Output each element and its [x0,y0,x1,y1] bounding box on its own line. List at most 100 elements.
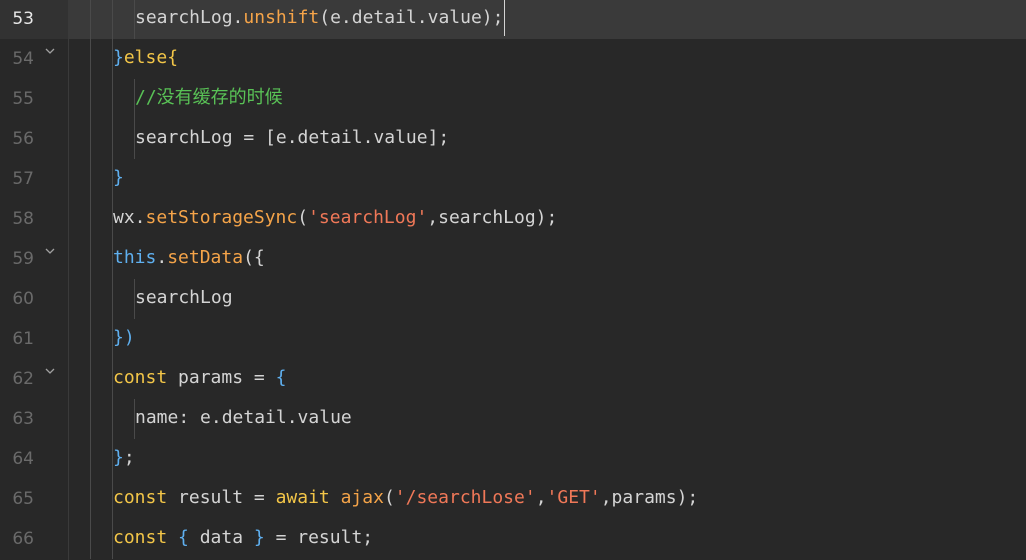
code-line[interactable]: 55 //没有缓存的时候 [0,79,1026,119]
code-token: name: e.detail.value [135,407,352,428]
code-line[interactable]: 60 searchLog [0,279,1026,319]
line-number: 56 [12,129,34,149]
code-text[interactable]: } [113,159,124,199]
text-cursor [504,0,505,36]
code-line[interactable]: 64}; [0,439,1026,479]
code-token: setStorageSync [145,207,298,228]
code-text[interactable]: searchLog.unshift(e.detail.value); [135,0,503,39]
line-number: 66 [12,529,34,549]
line-number: 65 [12,489,34,509]
code-token: (e.detail.value); [319,7,504,28]
code-token: result = [167,487,276,508]
line-number: 61 [12,329,34,349]
code-token: unshift [243,7,320,28]
code-token: ,params); [600,487,699,508]
code-token: . [156,247,168,268]
code-line[interactable]: 61}) [0,319,1026,359]
code-token: this [113,247,157,268]
code-line[interactable]: 66 const { data } = result; [0,519,1026,559]
code-token: }) [113,327,135,348]
code-token: { [167,47,179,68]
code-token: ; [123,447,135,468]
indent-guide [112,0,113,39]
code-text[interactable]: //没有缓存的时候 [135,79,283,119]
code-token: const [113,367,168,388]
code-token: ( [297,207,309,228]
code-line[interactable]: 62 const params = { [0,359,1026,399]
code-token: await [275,487,330,508]
indent-guide [90,519,91,559]
indent-guide [90,119,91,159]
code-text[interactable]: }) [113,319,135,359]
code-token: = result; [264,527,374,548]
line-number: 60 [12,289,34,309]
line-number: 54 [12,49,34,69]
fold-chevron-down-icon[interactable] [44,245,56,257]
fold-chevron-down-icon[interactable] [44,45,56,57]
line-number: 59 [12,249,34,269]
code-line[interactable]: 59 this.setData({ [0,239,1026,279]
code-token: wx. [113,207,146,228]
indent-guide [112,399,113,439]
line-number: 62 [12,369,34,389]
code-editor[interactable]: 53 searchLog.unshift(e.detail.value); 54}e… [0,0,1026,560]
code-token: const [113,487,168,508]
code-text[interactable]: }; [113,439,135,479]
indent-guide [112,79,113,119]
code-text[interactable]: const result = await ajax('/searchLose',… [113,479,698,519]
indent-guide [90,359,91,399]
indent-guide [90,79,91,119]
indent-guide [90,199,91,239]
code-token: { [275,367,287,388]
line-number: 53 [12,9,34,29]
code-token: { [178,527,189,548]
indent-guide [90,399,91,439]
code-text[interactable]: const params = { [113,359,286,399]
code-token: searchLog = [e.detail.value]; [135,127,450,148]
code-token: ( [383,487,395,508]
code-text[interactable]: searchLog = [e.detail.value]; [135,119,449,159]
code-line[interactable]: 58 wx.setStorageSync('searchLog',searchLo… [0,199,1026,239]
code-line[interactable]: 54}else{ [0,39,1026,79]
code-token: 'GET' [546,487,601,508]
code-token: } [113,167,124,188]
line-number: 63 [12,409,34,429]
indent-guide [90,159,91,199]
indent-guide [90,319,91,359]
code-text[interactable]: wx.setStorageSync('searchLog',searchLog)… [113,199,557,239]
code-text[interactable]: name: e.detail.value [135,399,352,439]
code-token: ,searchLog); [427,207,558,228]
fold-chevron-down-icon[interactable] [44,365,56,377]
code-token: } [113,47,124,68]
code-line[interactable]: 65 const result = await ajax('/searchLose… [0,479,1026,519]
code-token: else [123,47,168,68]
code-text[interactable]: const { data } = result; [113,519,373,559]
indent-guide [90,39,91,79]
code-token: , [535,487,547,508]
indent-guide [90,239,91,279]
code-token: 'searchLog' [308,207,428,228]
code-token: searchLog [135,7,233,28]
code-token: data [188,527,254,548]
code-line[interactable]: 57} [0,159,1026,199]
code-token: ajax [340,487,384,508]
line-number: 58 [12,209,34,229]
indent-guide [90,479,91,519]
code-line[interactable]: 56 searchLog = [e.detail.value]; [0,119,1026,159]
code-token: const [113,527,168,548]
code-token: setData [167,247,244,268]
code-text[interactable]: }else{ [113,39,178,79]
code-text[interactable]: this.setData({ [113,239,265,279]
code-token: } [113,447,124,468]
code-line[interactable]: 63 name: e.detail.value [0,399,1026,439]
code-token: } [253,527,265,548]
code-line[interactable]: 53 searchLog.unshift(e.detail.value); [0,0,1026,39]
indent-guide [90,279,91,319]
line-number: 55 [12,89,34,109]
code-text[interactable]: searchLog [135,279,233,319]
line-number: 64 [12,449,34,469]
indent-guide [112,119,113,159]
code-token: params = [167,367,276,388]
code-token: searchLog [135,287,233,308]
